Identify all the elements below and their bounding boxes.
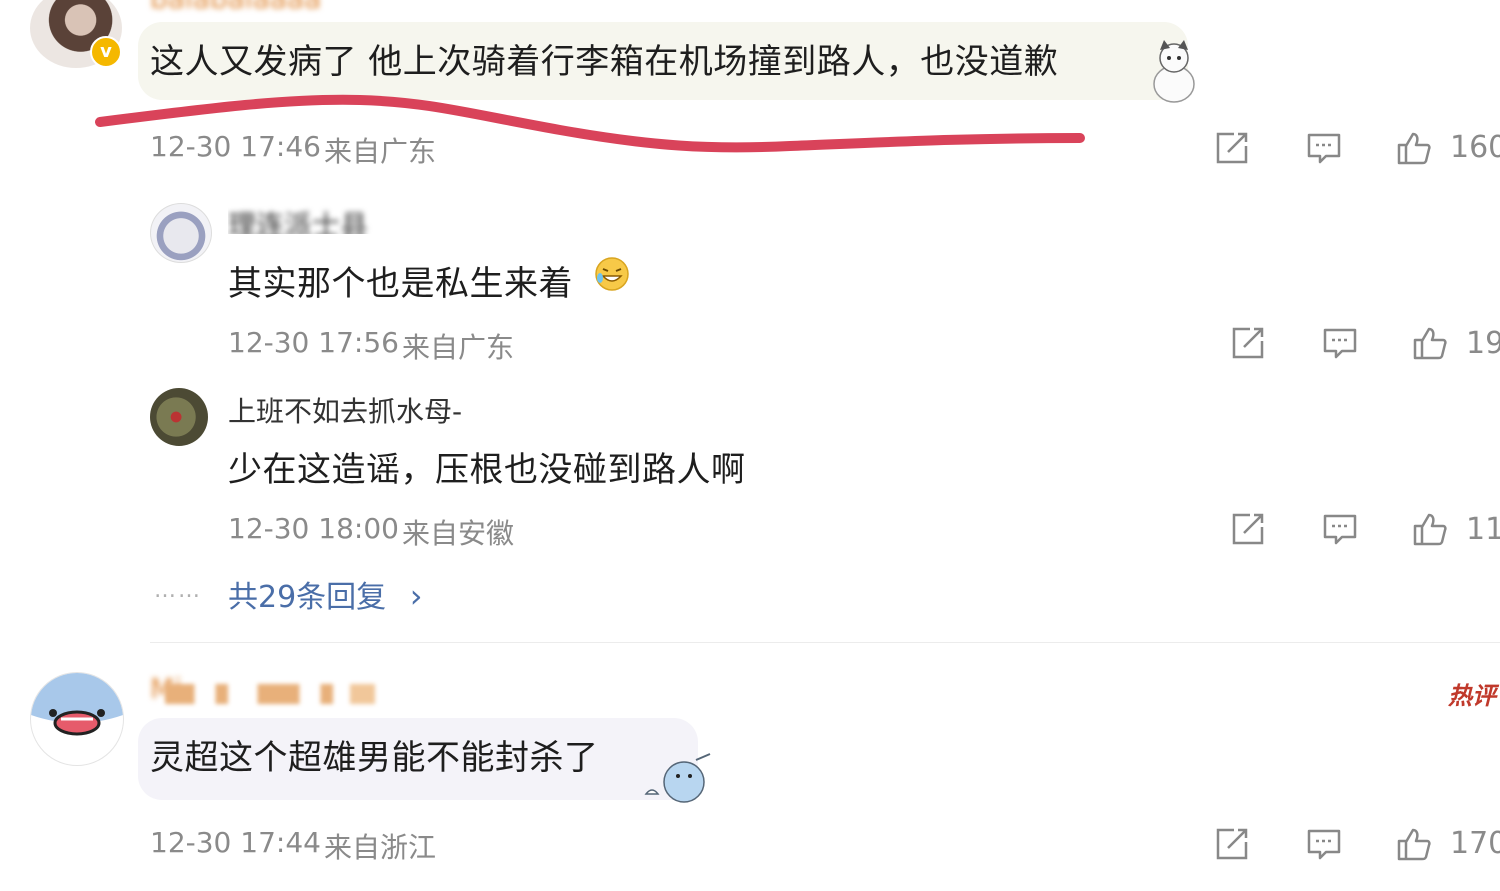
hot-comment-badge: 热评 [1448, 682, 1496, 710]
reply-text: 少在这造谣，压根也没碰到路人啊 [228, 450, 746, 490]
reply-location: 来自广东 [402, 331, 515, 364]
share-icon[interactable] [1214, 130, 1250, 166]
like-icon[interactable] [1412, 511, 1448, 547]
reply-nickname[interactable]: 理连派士县 [228, 204, 393, 234]
comment-nickname[interactable]: balabalaaaa [150, 0, 321, 15]
comment-text: 这人又发病了 他上次骑着行李箱在机场撞到路人，也没道歉 [150, 42, 1059, 82]
like-count: 19 [1466, 326, 1500, 361]
more-replies-dots: …… [154, 578, 202, 603]
laughing-emoji-icon [594, 256, 630, 292]
like-count: 160 [1450, 130, 1500, 165]
more-replies-label: 共29条回复 [228, 580, 387, 615]
more-replies-link[interactable]: 共29条回复 › [228, 572, 423, 616]
reply-time: 12-30 18:00 [228, 512, 399, 545]
comment-time: 12-30 17:46 [150, 130, 321, 163]
share-icon[interactable] [1214, 826, 1250, 862]
like-icon[interactable] [1396, 130, 1432, 166]
avatar[interactable] [30, 672, 124, 766]
divider [150, 642, 1500, 643]
sticker-cat-icon [1148, 38, 1200, 104]
share-icon[interactable] [1230, 511, 1266, 547]
reply-nickname[interactable]: 上班不如去抓水母- [228, 390, 462, 430]
like-count: 170 [1450, 826, 1500, 861]
comment-location: 来自浙江 [324, 831, 437, 864]
like-icon[interactable] [1412, 325, 1448, 361]
comment-location: 来自广东 [324, 135, 437, 168]
chevron-right-icon: › [409, 577, 423, 615]
reply-avatar[interactable] [150, 388, 208, 446]
sticker-penguin-icon [640, 750, 716, 806]
share-icon[interactable] [1230, 325, 1266, 361]
reply-location: 来自安徽 [402, 517, 515, 550]
vip-badge-icon: v [90, 36, 122, 68]
reply-time: 12-30 17:56 [228, 326, 399, 359]
comment-icon[interactable] [1322, 325, 1358, 361]
like-count: 11 [1466, 512, 1500, 547]
nickname-mask [165, 684, 375, 704]
comment-icon[interactable] [1306, 826, 1342, 862]
reply-text: 其实那个也是私生来着 [228, 264, 573, 304]
comment-time: 12-30 17:44 [150, 826, 321, 859]
comment-icon[interactable] [1306, 130, 1342, 166]
comment-text: 灵超这个超雄男能不能封杀了 [150, 738, 599, 778]
like-icon[interactable] [1396, 826, 1432, 862]
comment-icon[interactable] [1322, 511, 1358, 547]
reply-avatar[interactable] [150, 203, 212, 263]
